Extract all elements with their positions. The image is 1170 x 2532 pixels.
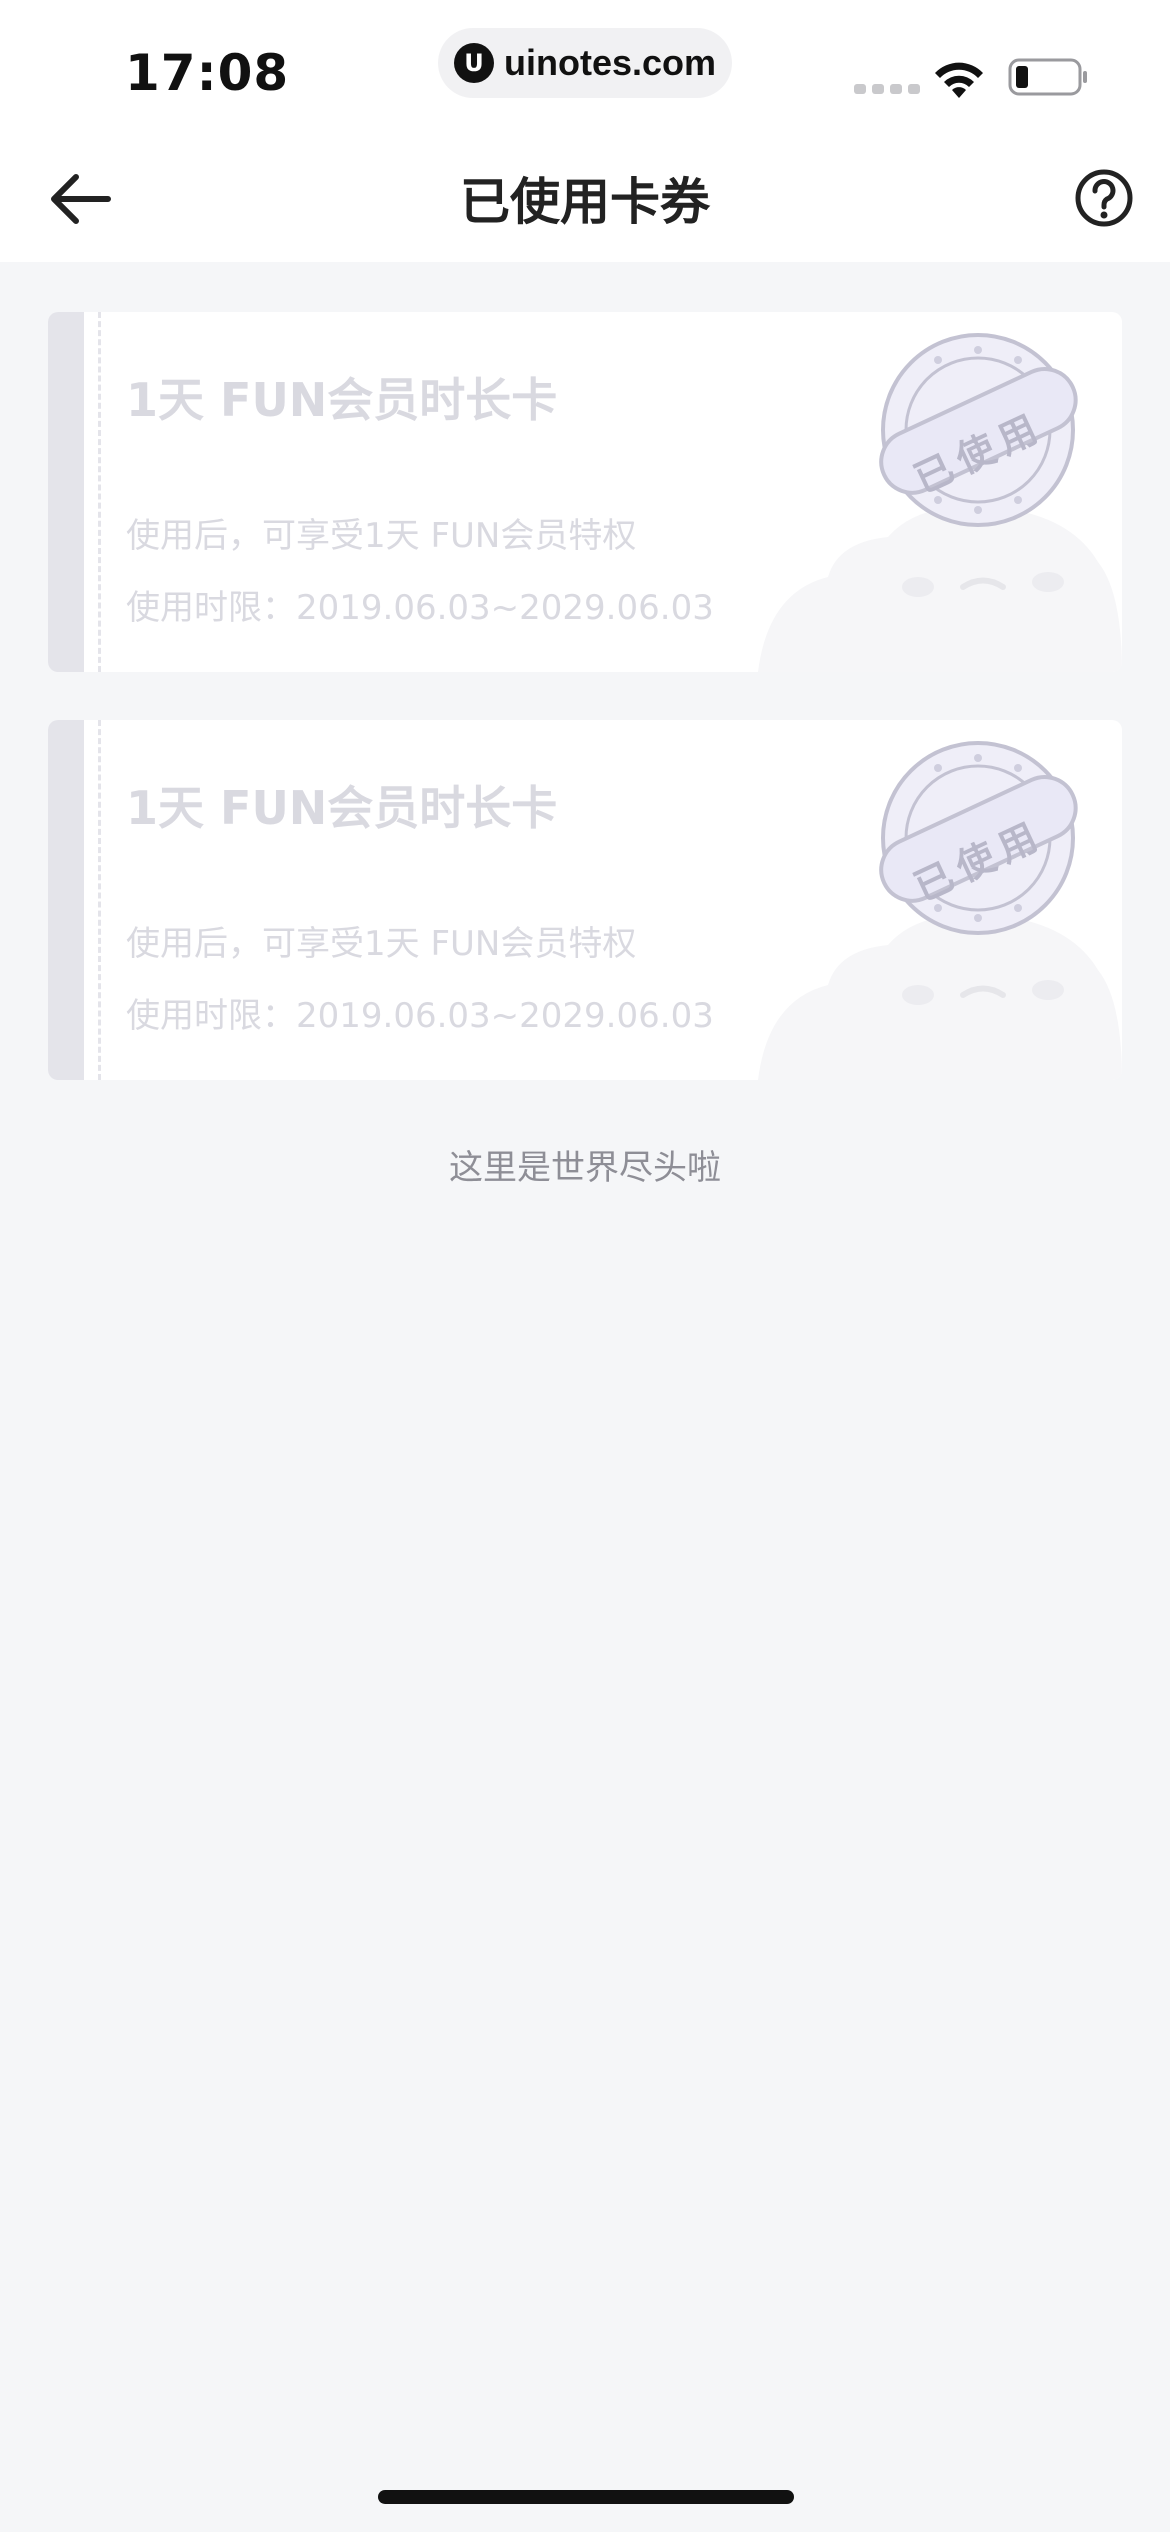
coupon-card[interactable]: 已使用 1天 FUN会员时长卡 使用后，可享受1天 FUN会员特权 使用时限：2… [48, 720, 1122, 1080]
coupon-dashed-divider [98, 720, 101, 1080]
url-pill[interactable]: U uinotes.com [438, 28, 732, 98]
home-indicator[interactable] [378, 2490, 794, 2504]
wifi-icon [935, 62, 983, 98]
site-logo-icon: U [453, 43, 494, 83]
page-title: 已使用卡券 [460, 173, 710, 231]
battery-icon [1008, 58, 1087, 96]
help-question-icon[interactable] [1074, 168, 1134, 228]
coupon-validity: 使用时限：2019.06.03~2029.06.03 [126, 996, 714, 1036]
coupon-strip [48, 312, 84, 672]
coupon-title: 1天 FUN会员时长卡 [126, 373, 558, 427]
url-text: uinotes.com [503, 42, 717, 83]
coupon-description: 使用后，可享受1天 FUN会员特权 [126, 924, 637, 964]
coupon-title: 1天 FUN会员时长卡 [126, 781, 558, 835]
cellular-signal-icon [854, 84, 920, 94]
status-time: 17:08 [125, 44, 290, 102]
coupon-dashed-divider [98, 312, 101, 672]
coupon-strip [48, 720, 84, 1080]
coupon-validity: 使用时限：2019.06.03~2029.06.03 [126, 588, 714, 628]
coupon-card[interactable]: 已使用 1天 FUN会员时长卡 使用后，可享受1天 FUN会员特权 使用时限：2… [48, 312, 1122, 672]
coupon-description: 使用后，可享受1天 FUN会员特权 [126, 516, 637, 556]
end-of-list-text: 这里是世界尽头啦 [449, 1148, 721, 1188]
screen: 17:08 U uinotes.com 已使用卡券 已使用 1天 FUN会员时长… [0, 0, 1170, 2532]
